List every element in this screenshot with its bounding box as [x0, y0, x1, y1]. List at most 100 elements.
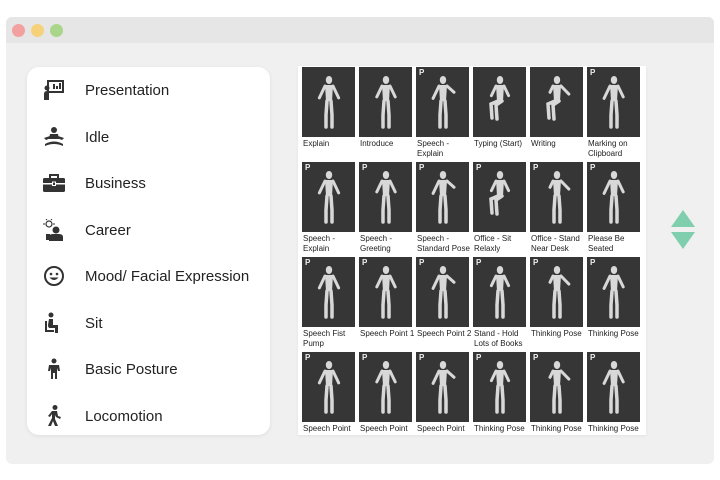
pose-caption: Explain — [303, 139, 330, 148]
pose-item[interactable]: P Thinking Pose — [587, 257, 640, 352]
menu-item-idle[interactable]: Idle — [27, 122, 270, 152]
pose-caption: Please Be Seated — [588, 234, 625, 253]
pose-item[interactable]: P Speech Point — [302, 352, 355, 435]
pose-thumbnail[interactable]: P — [416, 67, 469, 137]
premium-badge: P — [419, 163, 425, 172]
pose-thumbnail[interactable]: P — [359, 257, 412, 327]
pose-thumbnail[interactable]: P — [587, 352, 640, 422]
pose-item[interactable]: P Speech Point 1 — [359, 257, 414, 352]
presentation-icon — [41, 77, 67, 103]
pose-thumbnail[interactable]: P — [587, 162, 640, 232]
pose-thumbnail[interactable]: P — [416, 257, 469, 327]
pose-item[interactable]: P Thinking Pose — [530, 257, 583, 352]
pose-thumbnail[interactable]: P — [359, 162, 412, 232]
pose-thumbnail[interactable] — [302, 67, 355, 137]
mannequin-figure — [317, 266, 340, 319]
pose-item[interactable]: P Speech - Explain — [416, 67, 469, 162]
pose-caption: Speech - Explain — [417, 139, 450, 158]
premium-badge: P — [590, 258, 596, 267]
pose-item[interactable]: P Speech - Explain — [302, 162, 355, 257]
menu-label: Sit — [85, 314, 103, 332]
pose-thumbnail[interactable]: P — [587, 257, 640, 327]
meditation-icon — [41, 124, 67, 150]
pose-item[interactable]: P Marking on Clipboard — [587, 67, 640, 162]
pose-item[interactable]: P Office - Sit Relaxly — [473, 162, 526, 257]
pose-thumbnail[interactable]: P — [473, 352, 526, 422]
pose-thumbnail[interactable] — [530, 67, 583, 137]
pose-caption: Speech Point 2 — [417, 329, 472, 338]
pose-grid-panel[interactable]: Explain Introduce P Speech - Explain Typi… — [298, 66, 646, 435]
mannequin-figure — [488, 76, 510, 121]
mannequin-figure — [374, 266, 397, 319]
pose-thumbnail[interactable]: P — [416, 352, 469, 422]
pose-item[interactable]: P Thinking Pose — [530, 352, 583, 435]
menu-label: Presentation — [85, 81, 170, 99]
pose-thumbnail[interactable] — [359, 67, 412, 137]
menu-label: Mood/ Facial Expression — [85, 267, 250, 285]
menu-label: Career — [85, 221, 131, 239]
pose-item[interactable]: Explain — [302, 67, 355, 162]
career-idea-icon — [41, 217, 67, 243]
premium-badge: P — [305, 258, 311, 267]
pose-thumbnail[interactable]: P — [416, 162, 469, 232]
pose-item[interactable]: P Speech Fist Pump — [302, 257, 355, 352]
menu-item-sit[interactable]: Sit — [27, 308, 270, 338]
mannequin-figure — [548, 266, 570, 319]
premium-badge: P — [305, 163, 311, 172]
pose-item[interactable]: P Thinking Pose — [587, 352, 640, 435]
pose-item[interactable]: P Speech Point — [416, 352, 469, 435]
pose-caption: Thinking Pose — [588, 329, 639, 338]
menu-item-mood-facial-expression[interactable]: Mood/ Facial Expression — [27, 261, 270, 291]
pose-caption: Stand - Hold Lots of Books — [474, 329, 523, 348]
premium-badge: P — [590, 68, 596, 77]
pose-caption: Speech - Explain — [303, 234, 336, 253]
maximize-button[interactable] — [50, 23, 63, 37]
pose-item[interactable]: P Speech - Greeting — [359, 162, 412, 257]
scroll-up-arrow-icon[interactable] — [671, 210, 695, 227]
menu-item-locomotion[interactable]: Locomotion — [27, 401, 270, 431]
pose-item[interactable]: Introduce — [359, 67, 412, 162]
pose-item[interactable]: P Speech Point 2 — [416, 257, 472, 352]
premium-badge: P — [533, 258, 539, 267]
menu-item-basic-posture[interactable]: Basic Posture — [27, 354, 270, 384]
pose-thumbnail[interactable]: P — [530, 257, 583, 327]
pose-thumbnail[interactable]: P — [530, 162, 583, 232]
pose-thumbnail[interactable]: P — [587, 67, 640, 137]
pose-caption: Speech - Standard Pose — [417, 234, 470, 253]
pose-thumbnail[interactable]: P — [530, 352, 583, 422]
pose-thumbnail[interactable]: P — [302, 257, 355, 327]
pose-thumbnail[interactable]: P — [359, 352, 412, 422]
close-button[interactable] — [12, 23, 25, 37]
pose-caption: Speech - Greeting — [360, 234, 393, 253]
pose-caption: Writing — [531, 139, 556, 148]
minimize-button[interactable] — [31, 23, 44, 37]
premium-badge: P — [533, 353, 539, 362]
scroll-down-arrow-icon[interactable] — [671, 232, 695, 249]
pose-caption: Thinking Pose — [474, 424, 525, 433]
pose-item[interactable]: P Speech - Standard Pose — [416, 162, 470, 257]
menu-item-business[interactable]: Business — [27, 168, 270, 198]
mannequin-figure — [602, 171, 625, 224]
standing-person-icon — [41, 356, 67, 382]
pose-thumbnail[interactable]: P — [473, 257, 526, 327]
pose-caption: Thinking Pose — [531, 424, 582, 433]
pose-item[interactable]: Typing (Start) — [473, 67, 526, 162]
pose-thumbnail[interactable] — [473, 67, 526, 137]
pose-item[interactable]: P Stand - Hold Lots of Books — [473, 257, 526, 352]
mannequin-figure — [489, 266, 510, 319]
pose-item[interactable]: P Please Be Seated — [587, 162, 640, 257]
pose-thumbnail[interactable]: P — [473, 162, 526, 232]
pose-thumbnail[interactable]: P — [302, 352, 355, 422]
mannequin-figure — [548, 361, 570, 414]
pose-item[interactable]: P Thinking Pose — [473, 352, 526, 435]
pose-thumbnail[interactable]: P — [302, 162, 355, 232]
mannequin-figure — [431, 76, 455, 129]
premium-badge: P — [419, 258, 425, 267]
pose-item[interactable]: Writing — [530, 67, 583, 162]
menu-item-presentation[interactable]: Presentation — [27, 75, 270, 105]
briefcase-icon — [41, 170, 67, 196]
menu-item-career[interactable]: Career — [27, 215, 270, 245]
pose-caption: Thinking Pose — [531, 329, 582, 338]
pose-item[interactable]: P Office - Stand Near Desk — [530, 162, 583, 257]
pose-item[interactable]: P Speech Point — [359, 352, 412, 435]
